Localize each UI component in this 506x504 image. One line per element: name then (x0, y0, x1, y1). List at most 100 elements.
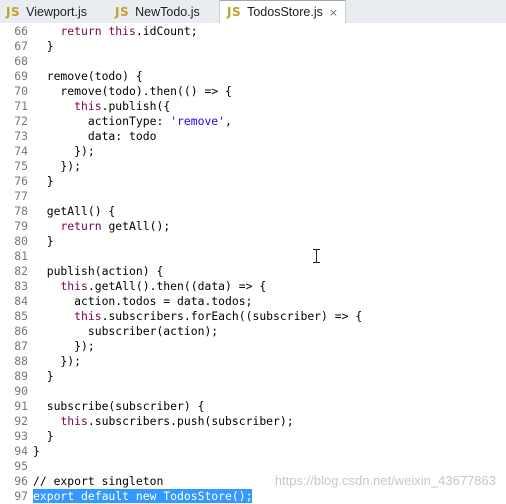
code-line[interactable]: 89 } (0, 369, 506, 384)
line-text: this.subscribers.forEach((subscriber) =>… (74, 309, 363, 323)
line-text: } (33, 174, 54, 188)
line-number: 93 (14, 429, 28, 443)
code-line[interactable]: 91 subscribe(subscriber) { (0, 399, 506, 414)
line-number: 76 (14, 174, 28, 188)
close-tab-icon[interactable]: × (329, 6, 338, 19)
line-text: data: todo (33, 129, 157, 143)
line-text: action.todos = data.todos; (33, 294, 253, 308)
code-line[interactable]: 81 (0, 249, 506, 264)
line-number: 68 (14, 54, 28, 68)
code-line[interactable]: 94} (0, 444, 506, 459)
line-number: 83 (14, 279, 28, 293)
code-line[interactable]: 70 remove(todo).then(() => { (0, 84, 506, 99)
line-text: } (33, 369, 54, 383)
line-number: 69 (14, 69, 28, 83)
tab-label: Viewport.js (26, 4, 88, 19)
tab-label: TodosStore.js (247, 5, 323, 19)
line-text: actionType: 'remove', (33, 114, 232, 128)
watermark: https://blog.csdn.net/weixin_43677863 (274, 473, 496, 488)
line-number: 90 (14, 384, 28, 398)
line-number: 80 (14, 234, 28, 248)
line-text: subscribe(subscriber) { (33, 399, 205, 413)
line-number: 82 (14, 264, 28, 278)
code-line[interactable]: 95 (0, 459, 506, 474)
line-number: 85 (14, 309, 28, 323)
line-text: } (33, 39, 54, 53)
line-number: 75 (14, 159, 28, 173)
code-line[interactable]: 93 } (0, 429, 506, 444)
code-line[interactable]: 76 } (0, 174, 506, 189)
code-line[interactable]: 87 }); (0, 339, 506, 354)
editor-tab-bar: JS Viewport.js JS NewTodo.js JS TodosSto… (0, 0, 506, 24)
line-text: this.subscribers.push(subscriber); (60, 414, 294, 428)
code-line[interactable]: 74 }); (0, 144, 506, 159)
line-number: 74 (14, 144, 28, 158)
code-line[interactable]: 90 (0, 384, 506, 399)
line-number: 88 (14, 354, 28, 368)
line-text: getAll() { (33, 204, 116, 218)
line-number: 66 (14, 24, 28, 38)
line-text: // export singleton (33, 474, 164, 488)
tab-newtodo-js[interactable]: JS NewTodo.js (115, 0, 200, 23)
code-line[interactable]: 82 publish(action) { (0, 264, 506, 279)
code-line[interactable]: 73 data: todo (0, 129, 506, 144)
line-text: this.getAll().then((data) => { (60, 279, 267, 293)
code-line[interactable]: 80 } (0, 234, 506, 249)
code-line[interactable]: 69 remove(todo) { (0, 69, 506, 84)
tab-label: NewTodo.js (135, 4, 200, 19)
line-number: 97 (14, 489, 28, 503)
line-text: return getAll(); (60, 219, 171, 233)
code-line[interactable]: 85 this.subscribers.forEach((subscriber)… (0, 309, 506, 324)
code-line[interactable]: 92 this.subscribers.push(subscriber); (0, 414, 506, 429)
js-file-icon: JS (227, 5, 242, 19)
line-number: 94 (14, 444, 28, 458)
code-line[interactable]: 66 return this.idCount; (0, 24, 506, 39)
code-line[interactable]: 75 }); (0, 159, 506, 174)
line-text: }); (33, 354, 82, 368)
code-line[interactable]: 86 subscriber(action); (0, 324, 506, 339)
line-number: 84 (14, 294, 28, 308)
line-text: } (33, 444, 40, 458)
code-line[interactable]: 83 this.getAll().then((data) => { (0, 279, 506, 294)
line-text: export default new TodosStore(); (33, 489, 253, 504)
selected-text: export default new TodosStore(); (33, 489, 253, 503)
line-number: 70 (14, 84, 28, 98)
line-text: remove(todo) { (33, 69, 143, 83)
line-number: 71 (14, 99, 28, 113)
line-text: this.publish({ (74, 99, 171, 113)
code-line[interactable]: 97 export default new TodosStore(); (0, 489, 506, 504)
code-line[interactable]: 84 action.todos = data.todos; (0, 294, 506, 309)
line-text: }); (33, 144, 95, 158)
code-line[interactable]: 78 getAll() { (0, 204, 506, 219)
line-number: 87 (14, 339, 28, 353)
code-editor[interactable]: 66 return this.idCount; 67 } 68 69 remove(t… (0, 23, 506, 503)
line-number: 77 (14, 189, 28, 203)
code-line[interactable]: 72 actionType: 'remove', (0, 114, 506, 129)
line-text: publish(action) { (33, 264, 164, 278)
line-number: 95 (14, 459, 28, 473)
line-number: 73 (14, 129, 28, 143)
line-number: 79 (14, 219, 28, 233)
line-number: 92 (14, 414, 28, 428)
js-file-icon: JS (115, 4, 130, 19)
line-number: 86 (14, 324, 28, 338)
line-text: subscriber(action); (33, 324, 219, 338)
text-cursor-icon (312, 249, 321, 263)
tab-viewport-js[interactable]: JS Viewport.js (6, 0, 87, 23)
line-text: } (33, 429, 54, 443)
line-number: 67 (14, 39, 28, 53)
tab-todosstore-js[interactable]: JS TodosStore.js × (219, 0, 347, 24)
code-line[interactable]: 88 }); (0, 354, 506, 369)
code-line[interactable]: 79 return getAll(); (0, 219, 506, 234)
line-number: 81 (14, 249, 28, 263)
code-line[interactable]: 67 } (0, 39, 506, 54)
line-number: 91 (14, 399, 28, 413)
line-text: remove(todo).then(() => { (33, 84, 232, 98)
code-line[interactable]: 77 (0, 189, 506, 204)
line-text: } (33, 234, 54, 248)
code-line[interactable]: 71 this.publish({ (0, 99, 506, 114)
line-text: }); (33, 159, 82, 173)
code-line[interactable]: 68 (0, 54, 506, 69)
line-text: }); (33, 339, 95, 353)
line-text: return this.idCount; (60, 24, 198, 38)
